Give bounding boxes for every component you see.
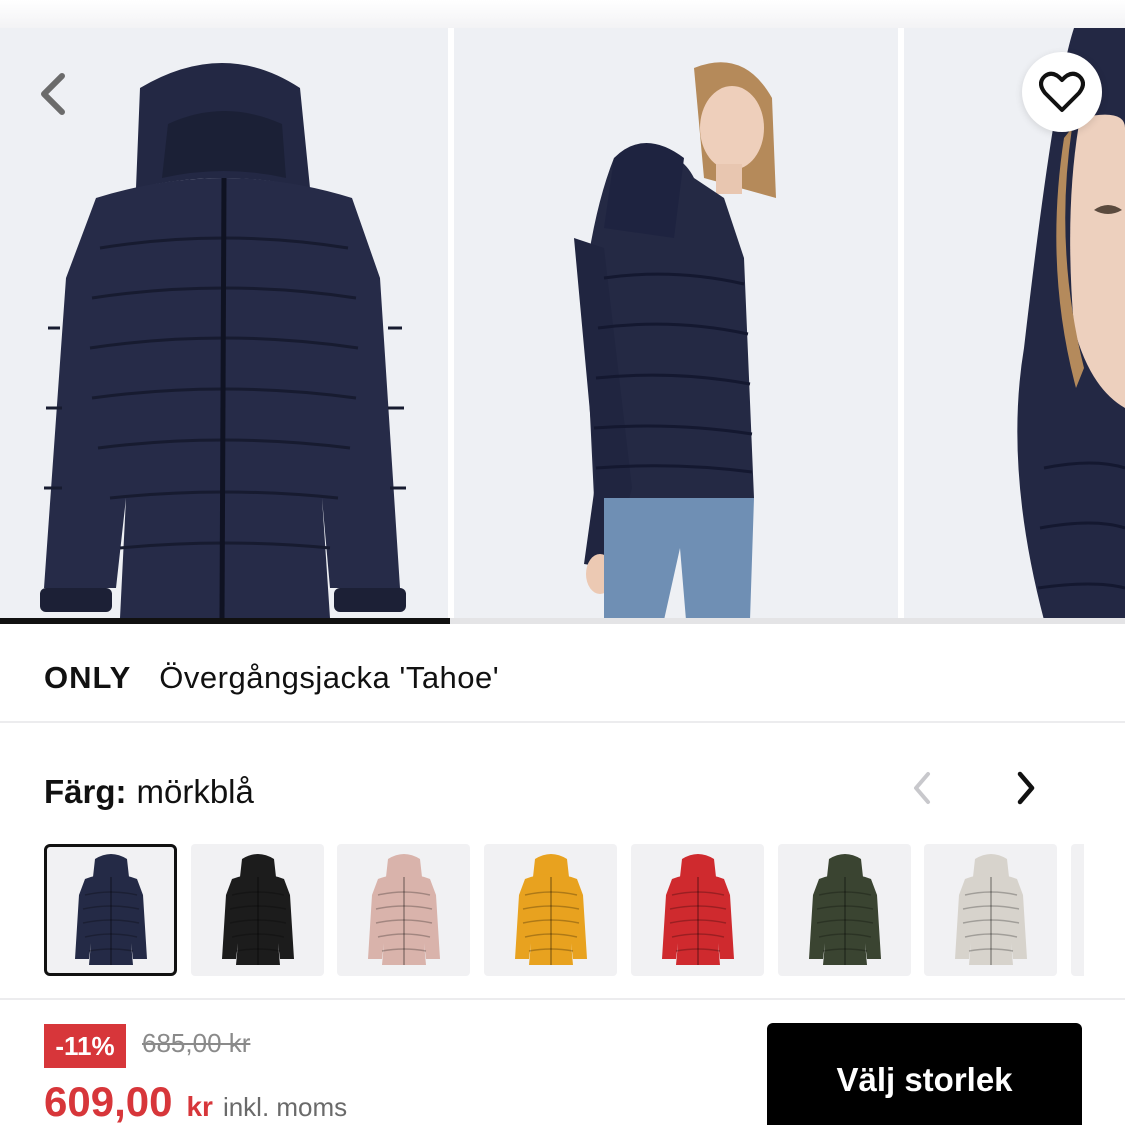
color-swatch-2[interactable] <box>337 844 470 976</box>
jacket-thumbnail <box>954 854 1027 965</box>
original-price: 685,00 kr <box>142 1028 251 1058</box>
chevron-left-icon <box>914 772 930 804</box>
jacket-thumbnail <box>367 854 440 965</box>
color-swatch-4[interactable] <box>631 844 764 976</box>
color-selector-header: Färg: mörkblå <box>44 770 254 814</box>
gallery-progress-bar <box>0 618 1125 624</box>
swatch-prev-button[interactable] <box>902 766 942 810</box>
product-title: ONLY Övergångsjacka 'Tahoe' <box>44 656 499 700</box>
jacket-thumbnail <box>808 854 881 965</box>
color-value: mörkblå <box>136 773 254 810</box>
jacket-thumbnail <box>514 854 587 965</box>
color-swatch-3[interactable] <box>484 844 617 976</box>
color-swatch-1[interactable] <box>191 844 324 976</box>
favorite-button[interactable] <box>1022 52 1102 132</box>
jacket-thumbnail <box>661 854 734 965</box>
color-label: Färg: <box>44 773 127 810</box>
jacket-thumbnail <box>74 854 147 965</box>
price-currency: kr <box>186 1091 213 1122</box>
current-price: 609,00 <box>44 1078 173 1125</box>
top-shadow <box>0 0 1125 28</box>
color-swatch-6[interactable] <box>924 844 1057 976</box>
product-image-gallery[interactable] <box>0 28 1125 624</box>
chevron-right-icon <box>1017 771 1035 805</box>
divider <box>0 721 1125 723</box>
gallery-progress-fill <box>0 618 450 624</box>
color-swatch-list <box>44 844 1084 978</box>
jacket-thumbnail <box>221 854 294 965</box>
gallery-image-model-side[interactable] <box>454 28 898 620</box>
select-size-button[interactable]: Välj storlek <box>767 1023 1082 1125</box>
chevron-left-icon <box>41 73 65 115</box>
price-row: 609,00 kr inkl. moms <box>44 1078 347 1125</box>
vat-note: inkl. moms <box>222 1092 348 1122</box>
color-swatch-5[interactable] <box>778 844 911 976</box>
gallery-prev-button[interactable] <box>34 70 74 118</box>
select-size-label: Välj storlek <box>836 1061 1013 1098</box>
product-name: Övergångsjacka 'Tahoe' <box>159 660 500 695</box>
product-brand[interactable]: ONLY <box>44 660 131 696</box>
heart-outline-icon <box>1039 71 1085 112</box>
color-swatch-0[interactable] <box>44 844 177 976</box>
swatch-next-button[interactable] <box>1006 766 1046 810</box>
color-swatch-partial[interactable] <box>1071 844 1084 976</box>
discount-badge: -11% <box>44 1024 126 1068</box>
divider <box>0 998 1125 1000</box>
